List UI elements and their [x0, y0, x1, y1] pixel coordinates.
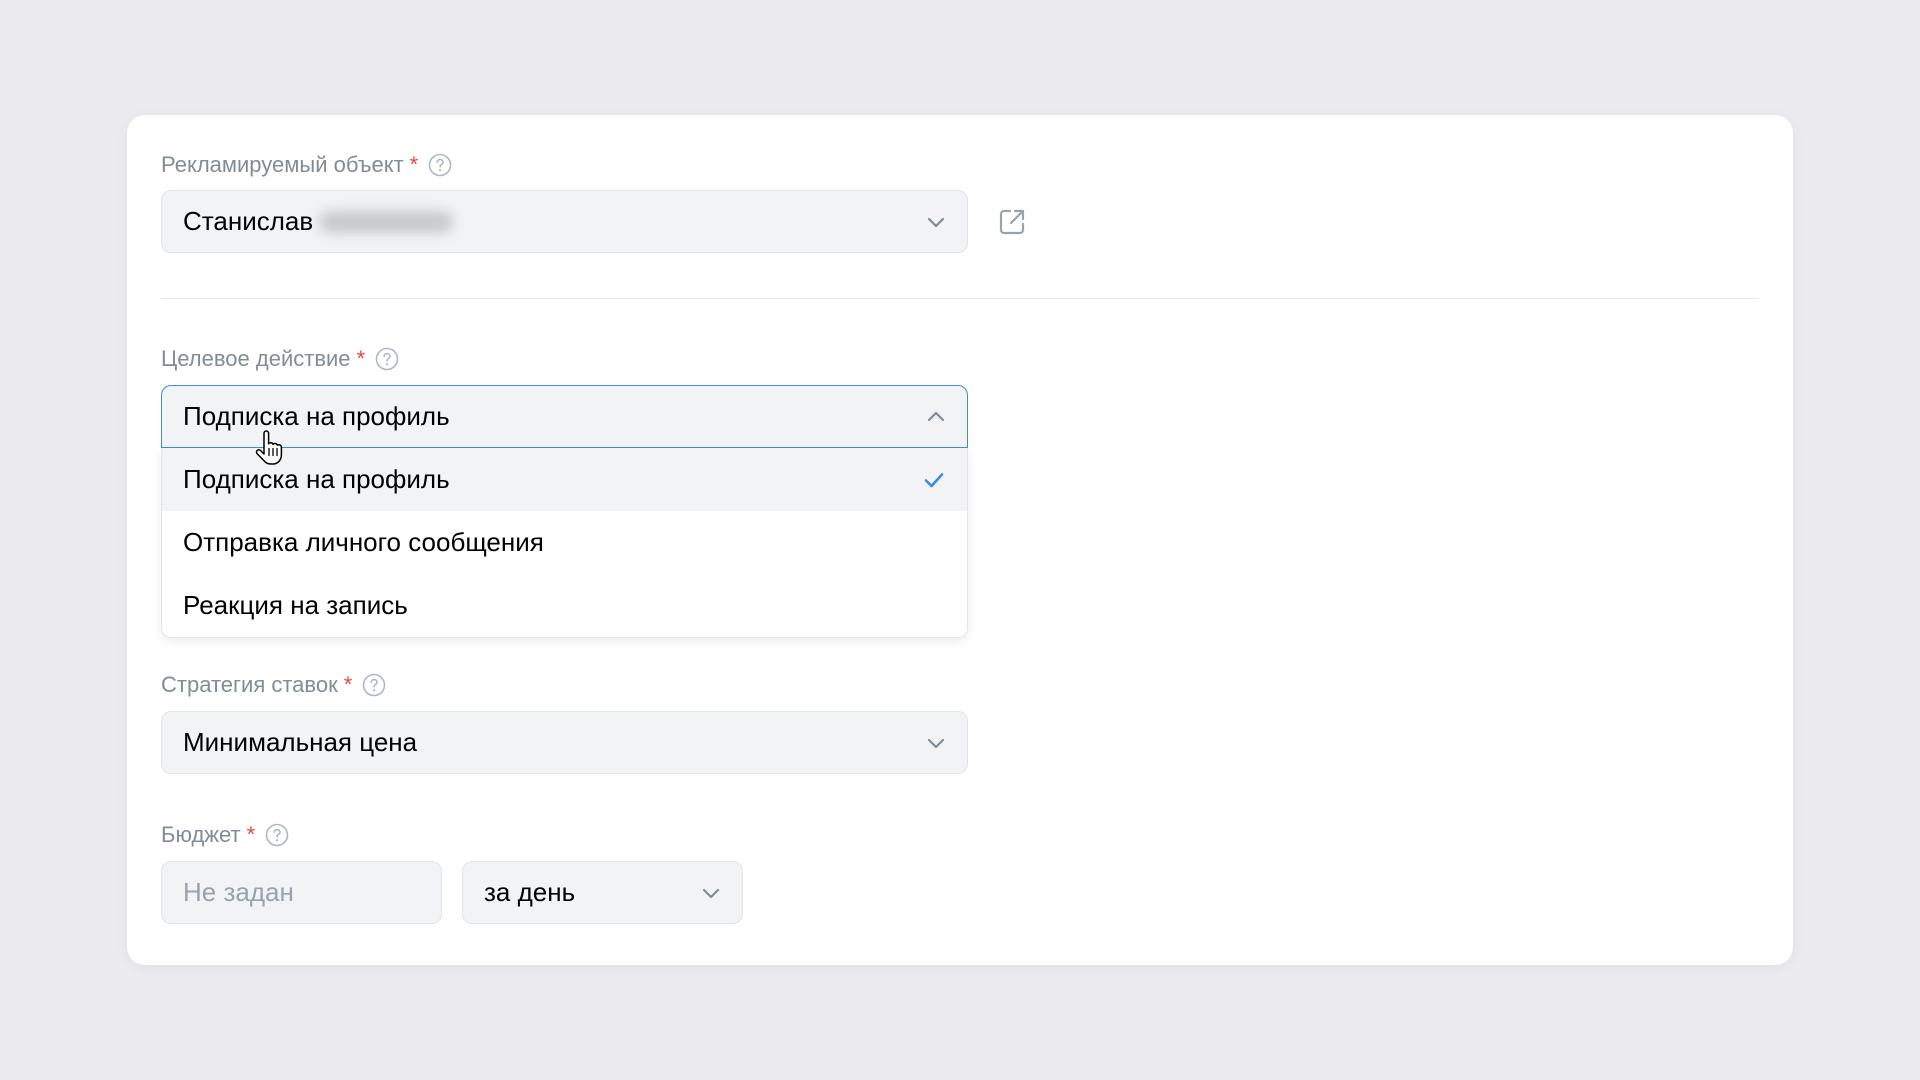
bid-strategy-select[interactable]: Минимальная цена [161, 711, 968, 774]
dropdown-option[interactable]: Отправка личного сообщения [162, 511, 967, 574]
target-action-label-row: Целевое действие * [161, 344, 399, 374]
external-link-icon[interactable] [995, 205, 1029, 239]
help-icon[interactable] [265, 823, 289, 847]
section-divider [161, 298, 1758, 299]
promoted-object-label: Рекламируемый объект [161, 152, 404, 177]
budget-placeholder: Не задан [183, 877, 294, 907]
bid-strategy-label: Стратегия ставок [161, 672, 338, 697]
required-mark: * [409, 152, 419, 177]
promoted-object-label-row: Рекламируемый объект * [161, 150, 452, 180]
redacted-surname [319, 210, 454, 233]
budget-period-select[interactable]: за день [462, 861, 743, 924]
check-icon [924, 472, 944, 487]
help-icon[interactable] [362, 673, 386, 697]
required-mark: * [356, 346, 366, 371]
help-icon[interactable] [375, 347, 399, 371]
promoted-object-value: Станислав [183, 206, 314, 236]
hand-pointer-cursor-icon [255, 430, 283, 465]
help-icon[interactable] [428, 153, 452, 177]
target-action-label: Целевое действие [161, 346, 351, 371]
chevron-down-icon [702, 888, 720, 898]
budget-input[interactable]: Не задан [161, 861, 442, 924]
budget-period-value: за день [484, 877, 576, 907]
campaign-settings-card: Рекламируемый объект * Станислав Целевое… [127, 115, 1793, 965]
dropdown-option[interactable]: Реакция на запись [162, 574, 967, 637]
chevron-down-icon [927, 738, 945, 748]
chevron-up-icon [927, 411, 945, 421]
bid-strategy-label-row: Стратегия ставок * [161, 670, 386, 700]
target-action-dropdown: Подписка на профиль Отправка личного соо… [161, 448, 968, 638]
promoted-object-select[interactable]: Станислав [161, 190, 968, 253]
required-mark: * [343, 672, 353, 697]
target-action-value: Подписка на профиль [183, 401, 450, 431]
required-mark: * [246, 822, 256, 847]
budget-label: Бюджет [161, 822, 241, 847]
budget-label-row: Бюджет * [161, 820, 289, 850]
chevron-down-icon [927, 217, 945, 227]
bid-strategy-value: Минимальная цена [183, 727, 418, 757]
